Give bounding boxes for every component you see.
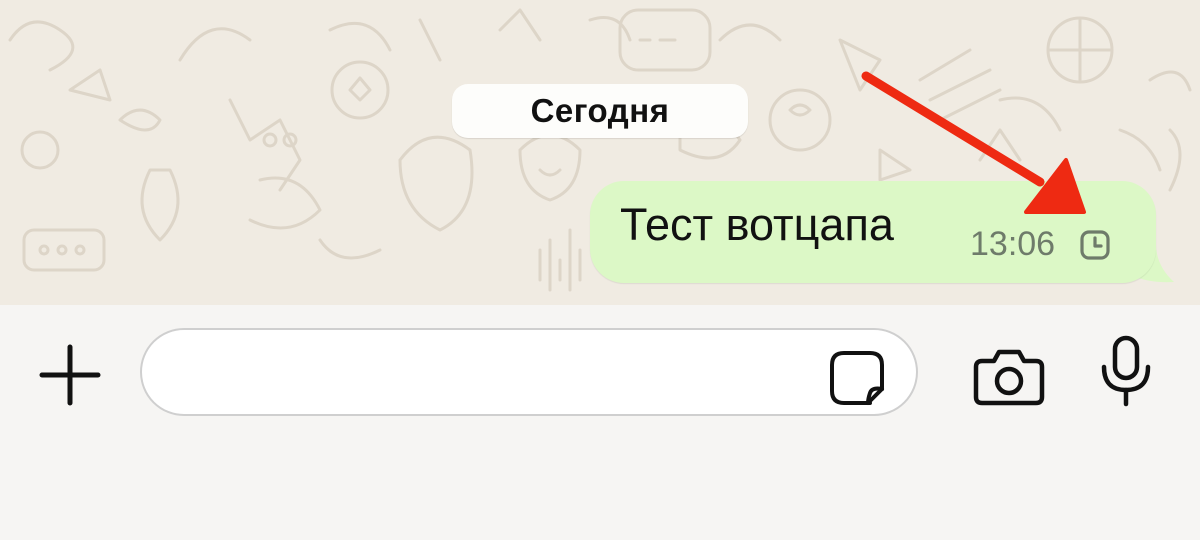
clock-pending-icon: [1080, 230, 1110, 260]
chat-area: Сегодня Тест вотцапа 13:06: [0, 0, 1200, 305]
message-text: Тест вотцапа: [620, 199, 894, 250]
plus-icon: [39, 344, 101, 406]
camera-icon: [973, 349, 1045, 406]
attach-button[interactable]: [36, 341, 104, 409]
message-composer: [0, 305, 1200, 540]
sticker-icon: [830, 351, 884, 405]
outgoing-message-bubble[interactable]: Тест вотцапа 13:06: [590, 181, 1156, 283]
message-input[interactable]: [140, 328, 918, 416]
camera-button[interactable]: [972, 347, 1046, 407]
date-separator: Сегодня: [452, 84, 748, 138]
sticker-button[interactable]: [828, 349, 886, 407]
date-separator-label: Сегодня: [530, 92, 670, 129]
microphone-button[interactable]: [1098, 335, 1154, 407]
message-time: 13:06: [970, 225, 1056, 263]
microphone-icon: [1101, 335, 1151, 407]
